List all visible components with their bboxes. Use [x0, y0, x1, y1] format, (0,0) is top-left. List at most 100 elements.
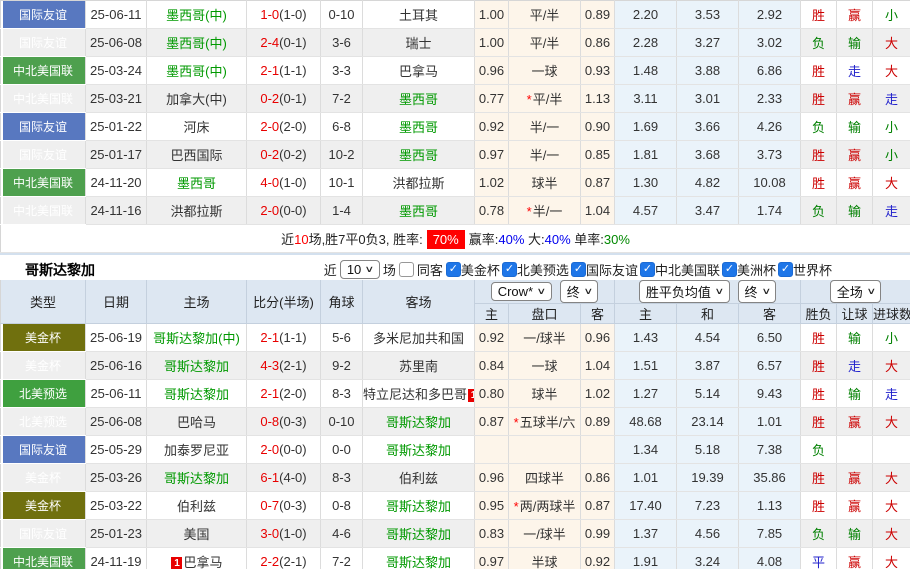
full-time-score: 0-2	[260, 147, 279, 162]
half-time-score: (0-1)	[279, 35, 306, 50]
odds-home: 48.68	[615, 408, 677, 436]
full-time-score: 2-1	[260, 386, 279, 401]
away-team-name: 墨西哥	[399, 92, 438, 107]
full-time-score: 2-1	[260, 330, 279, 345]
away-team-name: 哥斯达黎加	[386, 499, 451, 514]
score-cell: 2-1(1-1)	[247, 57, 321, 85]
result-goals: 大	[873, 464, 910, 492]
result-goals: 走	[873, 197, 910, 225]
sub-header-hcp-away: 客	[581, 304, 615, 324]
home-team-name: 美国	[183, 527, 209, 542]
odds-home: 1.81	[615, 141, 677, 169]
same-venue-checkbox[interactable]	[399, 262, 414, 277]
handicap-home-odds: 0.87	[475, 408, 509, 436]
away-team: 苏里南	[363, 352, 475, 380]
result-goals: 大	[873, 352, 910, 380]
league-filter-checkbox[interactable]: ✓	[571, 262, 586, 277]
handicap-away-odds: 0.96	[581, 324, 615, 352]
summary-segment: 场,胜7平0负3, 胜率:	[309, 232, 423, 247]
home-team: 美国	[147, 520, 247, 548]
score-cell: 0-2(0-1)	[247, 85, 321, 113]
sub-header-odds-draw: 和	[677, 304, 739, 324]
league-filter-checkbox[interactable]: ✓	[502, 262, 517, 277]
chevron-down-icon: ∨	[536, 286, 546, 297]
away-team-name: 墨西哥	[399, 148, 438, 163]
handicap-line: 半/一	[509, 141, 581, 169]
odds-draw: 5.14	[677, 380, 739, 408]
corner-count: 7-2	[321, 548, 363, 569]
corner-count: 6-8	[321, 113, 363, 141]
full-time-score: 2-1	[260, 63, 279, 78]
away-team-name: 伯利兹	[399, 471, 438, 486]
handicap-line: 平/半	[509, 1, 581, 29]
full-time-score: 0-2	[260, 91, 279, 106]
away-team: 瑞士	[363, 29, 475, 57]
match-row: 北美预选25-06-11哥斯达黎加2-1(2-0)8-3特立尼达和多巴哥10.8…	[1, 380, 910, 408]
league-filter-checkbox[interactable]: ✓	[778, 262, 793, 277]
full-time-score: 2-0	[260, 119, 279, 134]
result-handicap: 赢	[837, 464, 873, 492]
handicap-line: 半球	[509, 548, 581, 569]
corner-count: 1-4	[321, 197, 363, 225]
league-filter-checkbox[interactable]: ✓	[640, 262, 655, 277]
handicap-home-odds: 0.78	[475, 197, 509, 225]
odds-time-select[interactable]: 终 ∨	[738, 280, 777, 303]
games-label: 场	[383, 260, 396, 279]
chevron-down-icon: ∨	[365, 264, 375, 275]
full-time-score: 3-0	[260, 526, 279, 541]
full-time-score: 6-1	[260, 470, 279, 485]
odds-home: 1.48	[615, 57, 677, 85]
odds-home: 2.28	[615, 29, 677, 57]
same-venue-label: 同客	[417, 260, 443, 279]
handicap-line-text: 平/半	[533, 92, 563, 107]
sub-header-odds-home: 主	[615, 304, 677, 324]
wdl-average-select[interactable]: 胜平负均值 ∨	[639, 280, 730, 303]
odds-draw: 3.47	[677, 197, 739, 225]
odds-away: 1.13	[739, 492, 801, 520]
league-filter-checkbox[interactable]: ✓	[722, 262, 737, 277]
bookmaker-select[interactable]: Crow* ∨	[491, 282, 552, 301]
match-date: 25-06-08	[86, 408, 147, 436]
corner-count: 5-6	[321, 324, 363, 352]
half-time-score: (1-0)	[279, 175, 306, 190]
score-cell: 2-0(2-0)	[247, 113, 321, 141]
match-scope-select[interactable]: 全场 ∨	[830, 280, 882, 303]
handicap-time-select[interactable]: 终 ∨	[560, 280, 599, 303]
away-team: 哥斯达黎加	[363, 436, 475, 464]
match-date: 25-06-19	[86, 324, 147, 352]
home-team: 墨西哥	[147, 169, 247, 197]
handicap-away-odds	[581, 436, 615, 464]
recent-count-select[interactable]: 10 ∨	[340, 260, 380, 279]
odds-away: 2.92	[739, 1, 801, 29]
half-time-score: (0-0)	[279, 203, 306, 218]
odds-away: 1.01	[739, 408, 801, 436]
sub-header-odds-away: 客	[739, 304, 801, 324]
sub-header-result-wdl: 胜负	[801, 304, 837, 324]
away-team-name: 多米尼加共和国	[373, 331, 464, 346]
result-handicap: 赢	[837, 492, 873, 520]
league-filter-checkbox[interactable]: ✓	[446, 262, 461, 277]
result-wdl: 负	[801, 113, 837, 141]
result-wdl: 胜	[801, 492, 837, 520]
home-team: 加泰罗尼亚	[147, 436, 247, 464]
sub-header-result-goals: 进球数	[873, 304, 910, 324]
result-goals	[873, 436, 910, 464]
handicap-line: 平/半	[509, 29, 581, 57]
match-row: 国际友谊25-01-22河床2-0(2-0)6-8墨西哥0.92半/一0.901…	[1, 113, 910, 141]
away-team-name: 哥斯达黎加	[386, 527, 451, 542]
handicap-home-odds: 0.80	[475, 380, 509, 408]
away-team: 哥斯达黎加	[363, 520, 475, 548]
home-team-name: 巴拿马	[183, 555, 222, 569]
match-date: 25-06-11	[86, 380, 147, 408]
home-team-name: 巴哈马	[177, 415, 216, 430]
away-team-name: 苏里南	[399, 359, 438, 374]
odds-home: 1.91	[615, 548, 677, 569]
odds-draw: 3.53	[677, 1, 739, 29]
handicap-away-odds: 0.99	[581, 520, 615, 548]
filter-bar: 近 10 ∨ 场 同客 ✓美金杯✓北美预选✓国际友谊✓中北美国联✓美洲杯✓世界杯	[324, 259, 834, 280]
home-team: 哥斯达黎加(中)	[147, 324, 247, 352]
win-rate-badge: 70%	[427, 230, 465, 249]
chevron-down-icon: ∨	[714, 286, 724, 297]
handicap-line: *五球半/六	[509, 408, 581, 436]
handicap-line: 一/球半	[509, 520, 581, 548]
